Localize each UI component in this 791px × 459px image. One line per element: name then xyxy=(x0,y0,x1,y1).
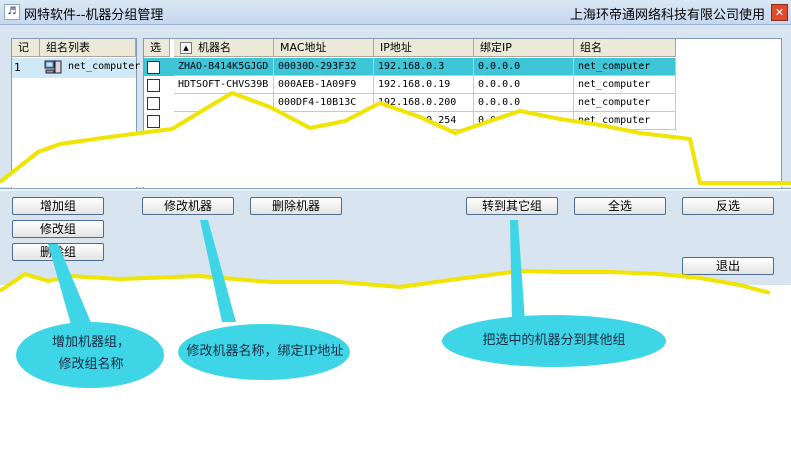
move-callout-text: 把选中的机器分到其他组 xyxy=(482,333,626,348)
ip-cell: 192.168.0.19 xyxy=(374,76,474,94)
group-index: 1 xyxy=(14,61,21,74)
row-checkbox[interactable] xyxy=(147,61,160,74)
bind-ip-cell: 0.0.0.0 xyxy=(474,112,574,130)
select-all-button[interactable]: 全选 xyxy=(574,197,666,215)
mac-cell: 000AEB-1A09F9 xyxy=(274,76,374,94)
col-header-bind-ip[interactable]: 绑定IP xyxy=(474,39,574,57)
group-list-row[interactable]: 1 net_computer xyxy=(12,58,140,78)
bind-ip-cell: 0.0.0.0 xyxy=(474,94,574,112)
group-cell: net_computer xyxy=(574,76,676,94)
row-checkbox[interactable] xyxy=(147,79,160,92)
panel-divider xyxy=(0,188,791,191)
client-area: 记 组名列表 1 net_computer 选 ▲ 机器名 MAC地址 IP地址 … xyxy=(0,25,791,285)
sort-up-icon: ▲ xyxy=(180,42,192,54)
bind-ip-cell: 0.0.0.0 xyxy=(474,76,574,94)
group-list[interactable]: 记 组名列表 1 net_computer xyxy=(11,38,140,190)
group-cell: net_computer xyxy=(574,94,676,112)
machine-name-cell xyxy=(174,94,274,112)
row-checkbox[interactable] xyxy=(147,97,160,110)
col-header-group[interactable]: 组名 xyxy=(574,39,676,57)
modify-group-button[interactable]: 修改组 xyxy=(12,220,104,238)
machine-name-cell xyxy=(174,112,274,130)
company-label: 上海环帝通网络科技有限公司使用 xyxy=(569,8,765,23)
group-list-header-index: 记 xyxy=(12,39,40,57)
window-title: 网特软件--机器分组管理 xyxy=(24,8,164,23)
title-bar: ♬ 网特软件--机器分组管理 上海环帝通网络科技有限公司使用 ✕ xyxy=(0,0,791,25)
table-row[interactable]: 000DF4-10B13C 192.168.0.200 0.0.0.0 net_… xyxy=(144,94,676,112)
col-header-machine-name-label: 机器名 xyxy=(198,41,231,54)
delete-machine-button[interactable]: 删除机器 xyxy=(250,197,342,215)
group-cell: net_computer xyxy=(574,112,676,130)
bind-ip-cell: 0.0.0.0 xyxy=(474,58,574,76)
mac-cell: 00030D-293F32 xyxy=(274,58,374,76)
group-callout-text: 增加机器组， 修改组名称 xyxy=(51,335,130,372)
exit-button[interactable]: 退出 xyxy=(682,257,774,275)
ip-cell: 192.168.0.254 xyxy=(374,112,474,130)
group-name: net_computer xyxy=(68,61,141,72)
machine-table[interactable]: 选 ▲ 机器名 MAC地址 IP地址 绑定IP 组名 ZHAO-B414K5GJG… xyxy=(143,38,782,190)
mac-cell: 000DF4-10B13C xyxy=(274,94,374,112)
col-header-mac[interactable]: MAC地址 xyxy=(274,39,374,57)
move-to-group-button[interactable]: 转到其它组 xyxy=(466,197,558,215)
table-row[interactable]: ZHAO-B414K5GJGD 00030D-293F32 192.168.0.… xyxy=(144,58,676,76)
add-group-button[interactable]: 增加组 xyxy=(12,197,104,215)
close-icon[interactable]: ✕ xyxy=(771,4,788,21)
group-cell: net_computer xyxy=(574,58,676,76)
computer-group-icon xyxy=(44,60,62,74)
group-list-header-name: 组名列表 xyxy=(40,39,136,57)
app-icon: ♬ xyxy=(4,4,20,20)
table-row[interactable]: 192.168.0.254 0.0.0.0 net_computer xyxy=(144,112,676,130)
delete-group-button[interactable]: 删除组 xyxy=(12,243,104,261)
machine-name-cell: HDTSOFT-CHVS39B xyxy=(174,76,274,94)
invert-selection-button[interactable]: 反选 xyxy=(682,197,774,215)
ip-cell: 192.168.0.200 xyxy=(374,94,474,112)
row-checkbox[interactable] xyxy=(147,115,160,128)
machine-name-cell: ZHAO-B414K5GJGD xyxy=(174,58,274,76)
col-header-ip[interactable]: IP地址 xyxy=(374,39,474,57)
ip-cell: 192.168.0.3 xyxy=(374,58,474,76)
col-header-select[interactable]: 选 xyxy=(144,39,170,57)
mac-cell xyxy=(274,112,374,130)
col-header-machine-name[interactable]: ▲ 机器名 xyxy=(174,39,274,57)
machine-callout-text: 修改机器名称，绑定IP地址 xyxy=(186,344,344,359)
modify-machine-button[interactable]: 修改机器 xyxy=(142,197,234,215)
table-row[interactable]: HDTSOFT-CHVS39B 000AEB-1A09F9 192.168.0.… xyxy=(144,76,676,94)
